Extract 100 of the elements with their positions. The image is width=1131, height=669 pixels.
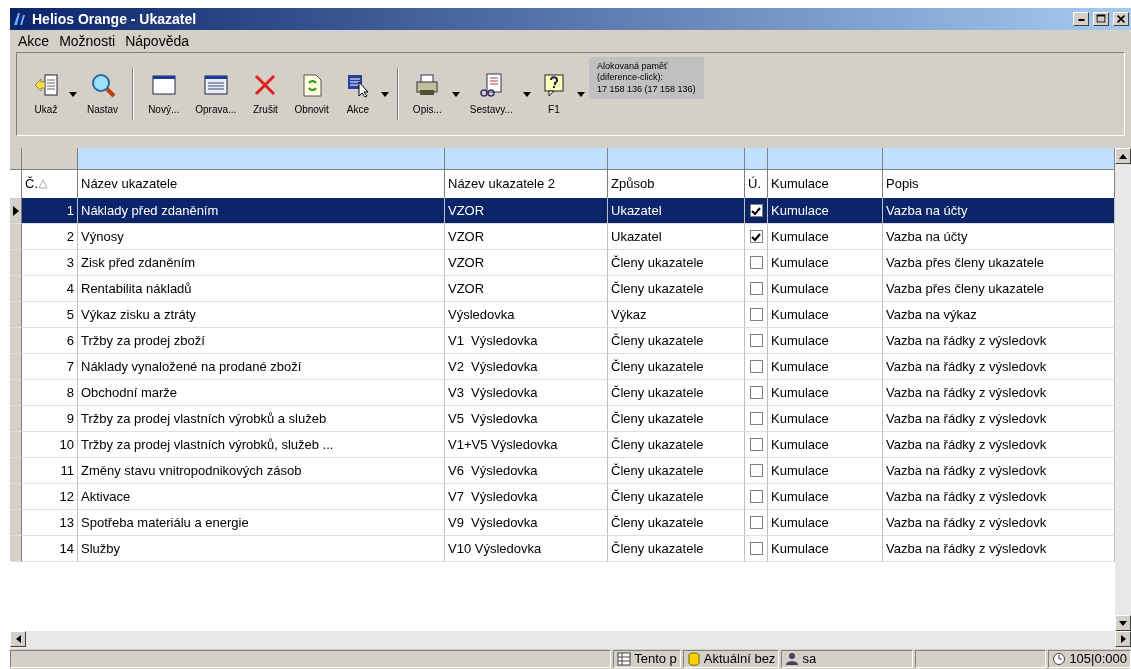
table-cell: Vazba na řádky z výsledovk bbox=[883, 536, 1115, 562]
toolbar-button[interactable]: Obnovit bbox=[288, 69, 335, 119]
minimize-icon bbox=[1077, 19, 1085, 21]
toolbar-button[interactable]: Zrušit bbox=[246, 69, 285, 119]
table-cell: 5 bbox=[22, 302, 78, 328]
filter-cell[interactable] bbox=[768, 148, 883, 170]
table-cell: Tržby za prodej vlastních výrobků, služeb ... bbox=[78, 432, 445, 458]
table-cell: Vazba na výkaz bbox=[883, 302, 1115, 328]
table-cell: Vazba na řádky z výsledovk bbox=[883, 328, 1115, 354]
scroll-down-button[interactable] bbox=[1115, 615, 1131, 631]
status-text: 105|0:000 bbox=[1069, 650, 1127, 669]
table-cell: VZOR bbox=[445, 276, 608, 302]
table-icon bbox=[617, 652, 632, 666]
checkbox[interactable] bbox=[749, 438, 763, 451]
row-header-cell[interactable] bbox=[10, 406, 22, 432]
toolbar-button[interactable]: Nový... bbox=[142, 69, 186, 119]
checkbox[interactable] bbox=[749, 542, 763, 555]
row-header-cell[interactable] bbox=[10, 458, 22, 484]
checkbox[interactable] bbox=[749, 360, 763, 373]
toolbar-button[interactable]: Nastav bbox=[81, 69, 125, 119]
toolbar-button[interactable]: Oprava... bbox=[189, 69, 243, 119]
table-cell: Členy ukazatele bbox=[608, 250, 745, 276]
table-cell: Obchodní marže bbox=[78, 380, 445, 406]
table-cell: 11 bbox=[22, 458, 78, 484]
table-cell: Členy ukazatele bbox=[608, 328, 745, 354]
row-header-cell[interactable] bbox=[10, 224, 22, 250]
table-cell: Vazba na účty bbox=[883, 198, 1115, 224]
table-cell: V9 Výsledovka bbox=[445, 510, 608, 536]
scroll-right-button[interactable] bbox=[1115, 631, 1131, 647]
status-text: Aktuální bez bbox=[703, 650, 776, 669]
checkbox[interactable] bbox=[749, 490, 763, 503]
table-cell: 8 bbox=[22, 380, 78, 406]
toolbar-button[interactable]: F1 bbox=[534, 69, 573, 119]
toolbar-button[interactable]: Akce bbox=[338, 69, 377, 119]
database-icon bbox=[686, 652, 701, 666]
close-icon bbox=[1115, 13, 1127, 25]
table-cell: Kumulace bbox=[768, 510, 883, 536]
table-cell: Členy ukazatele bbox=[608, 510, 745, 536]
minimize-button[interactable] bbox=[1073, 12, 1089, 26]
checkbox[interactable] bbox=[749, 204, 763, 217]
checkbox[interactable] bbox=[749, 230, 763, 243]
table-cell: Výkaz zisku a ztráty bbox=[78, 302, 445, 328]
checkbox[interactable] bbox=[749, 464, 763, 477]
table-cell: Vazba na řádky z výsledovk bbox=[883, 380, 1115, 406]
row-header-cell[interactable] bbox=[10, 380, 22, 406]
filter-cell[interactable] bbox=[78, 148, 445, 170]
row-header-cell[interactable] bbox=[10, 328, 22, 354]
horizontal-scrollbar[interactable] bbox=[10, 631, 1131, 649]
table-cell: Členy ukazatele bbox=[608, 458, 745, 484]
maximize-button[interactable] bbox=[1093, 12, 1109, 26]
row-header-cell[interactable] bbox=[10, 302, 22, 328]
checkbox[interactable] bbox=[749, 308, 763, 321]
filter-cell[interactable] bbox=[745, 148, 768, 170]
maximize-icon bbox=[1095, 13, 1107, 25]
checkbox[interactable] bbox=[749, 256, 763, 269]
up-arrow-icon bbox=[1119, 153, 1127, 159]
menu-item[interactable]: Možnosti bbox=[59, 30, 116, 52]
checkbox[interactable] bbox=[749, 386, 763, 399]
right-arrow-icon bbox=[1120, 635, 1126, 643]
table-cell: 3 bbox=[22, 250, 78, 276]
checkbox[interactable] bbox=[749, 282, 763, 295]
checkbox[interactable] bbox=[749, 334, 763, 347]
memory-info-text: (diference-click): bbox=[596, 72, 664, 84]
row-header-cell[interactable] bbox=[10, 276, 22, 302]
close-button[interactable] bbox=[1113, 12, 1129, 26]
toolbar-button[interactable]: Opis... bbox=[406, 69, 448, 119]
filter-corner-cell bbox=[22, 148, 78, 170]
row-header-cell[interactable] bbox=[10, 250, 22, 276]
row-header-cell[interactable] bbox=[10, 432, 22, 458]
filter-cell[interactable] bbox=[608, 148, 745, 170]
table-cell: Kumulace bbox=[768, 198, 883, 224]
window-title: Helios Orange - Ukazatel bbox=[32, 9, 197, 29]
table-cell: Vazba na řádky z výsledovk bbox=[883, 354, 1115, 380]
table-cell: 12 bbox=[22, 484, 78, 510]
table-cell: Změny stavu vnitropodnikových zásob bbox=[78, 458, 445, 484]
row-header-cell[interactable] bbox=[10, 354, 22, 380]
vertical-scrollbar[interactable] bbox=[1115, 148, 1131, 631]
checkbox[interactable] bbox=[749, 516, 763, 529]
filter-cell[interactable] bbox=[445, 148, 608, 170]
table-cell: Členy ukazatele bbox=[608, 536, 745, 562]
row-header-cell[interactable] bbox=[10, 536, 22, 562]
table-cell: Vazba na řádky z výsledovk bbox=[883, 406, 1115, 432]
row-header-cell[interactable] bbox=[10, 510, 22, 536]
status-text: Tento p bbox=[634, 650, 677, 669]
clock-icon bbox=[1052, 652, 1067, 666]
filter-cell[interactable] bbox=[883, 148, 1115, 170]
scroll-up-button[interactable] bbox=[1115, 148, 1131, 164]
checkbox[interactable] bbox=[749, 412, 763, 425]
menu-item[interactable]: Nápověda bbox=[125, 30, 189, 52]
table-cell: Kumulace bbox=[768, 328, 883, 354]
table-cell: V1 Výsledovka bbox=[445, 328, 608, 354]
table-cell: Služby bbox=[78, 536, 445, 562]
toolbar-button[interactable]: Sestavy... bbox=[463, 69, 519, 119]
row-header-cell[interactable] bbox=[10, 198, 22, 224]
scroll-left-button[interactable] bbox=[10, 631, 26, 647]
table-cell: 7 bbox=[22, 354, 78, 380]
toolbar-button[interactable]: Ukaž bbox=[27, 69, 65, 119]
table-cell: V3 Výsledovka bbox=[445, 380, 608, 406]
row-header-cell[interactable] bbox=[10, 484, 22, 510]
menu-item[interactable]: Akce bbox=[18, 30, 50, 52]
